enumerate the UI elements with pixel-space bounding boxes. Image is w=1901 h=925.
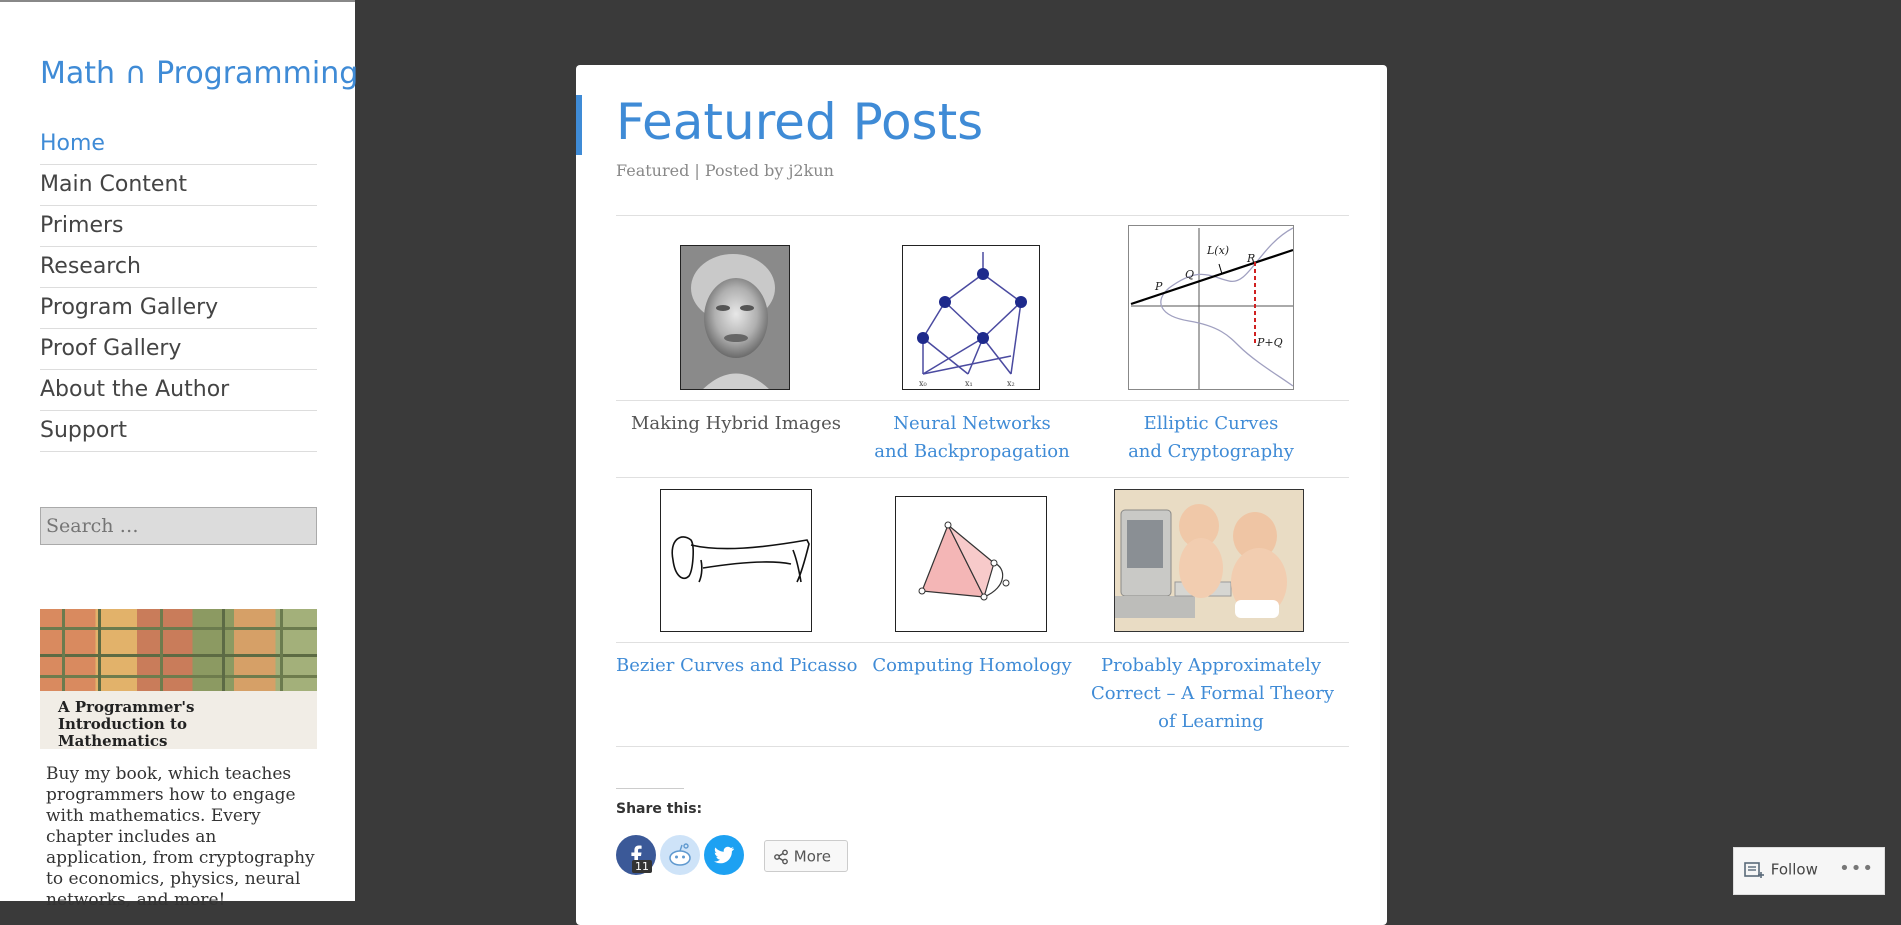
nav-item-program-gallery[interactable]: Program Gallery bbox=[40, 288, 317, 329]
nn-label-x0: x₀ bbox=[919, 379, 927, 388]
elliptic-curve-diagram: L(x) P Q R P+Q bbox=[1130, 227, 1293, 389]
divider bbox=[616, 642, 1349, 643]
search-input[interactable] bbox=[40, 507, 317, 545]
share-label: Share this: bbox=[616, 801, 703, 817]
share-divider bbox=[616, 788, 684, 789]
follow-bar: Follow ••• bbox=[1733, 847, 1885, 895]
neural-network-diagram: x₀ x₁ x₂ bbox=[917, 252, 1027, 388]
post-title-line: Making Hybrid Images bbox=[631, 413, 841, 434]
nav-item-research[interactable]: Research bbox=[40, 247, 317, 288]
more-options-button[interactable]: ••• bbox=[1839, 858, 1874, 879]
neural-network-thumbnail[interactable]: x₀ x₁ x₂ bbox=[902, 245, 1040, 390]
babies-at-computer-photo bbox=[1115, 490, 1303, 631]
title-accent-bar bbox=[576, 95, 582, 155]
post-title-line[interactable]: Correct – A Formal Theory bbox=[1091, 683, 1334, 704]
elliptic-label-lx: L(x) bbox=[1206, 244, 1229, 257]
featured-posts-card: Featured Posts Featured | Posted by j2ku… bbox=[576, 65, 1387, 925]
post-title-hybrid-images[interactable]: Making Hybrid Images bbox=[616, 410, 856, 438]
post-title-line[interactable]: and Cryptography bbox=[1128, 441, 1294, 462]
hybrid-image-thumbnail[interactable] bbox=[680, 245, 790, 390]
picasso-dog-drawing bbox=[671, 536, 810, 583]
post-title-line[interactable]: Probably Approximately bbox=[1101, 655, 1321, 676]
pac-learning-thumbnail[interactable] bbox=[1114, 489, 1304, 632]
twitter-icon bbox=[714, 846, 734, 864]
book-cover-image[interactable]: A Programmer's Introduction to Mathemati… bbox=[40, 609, 317, 749]
reddit-share-button[interactable] bbox=[660, 835, 700, 875]
book-cover-art bbox=[40, 609, 317, 691]
divider bbox=[616, 477, 1349, 478]
hybrid-face-illustration bbox=[681, 246, 789, 389]
post-title-line[interactable]: Computing Homology bbox=[872, 655, 1071, 676]
main-nav: Home Main Content Primers Research Progr… bbox=[40, 124, 317, 452]
divider bbox=[616, 400, 1349, 401]
post-title-line[interactable]: of Learning bbox=[1158, 711, 1264, 732]
twitter-share-button[interactable] bbox=[704, 835, 744, 875]
sidebar: Math ∩ Programming Home Main Content Pri… bbox=[0, 0, 358, 910]
simplicial-complex-diagram bbox=[918, 521, 1010, 601]
book-blurb: Buy my book, which teaches programmers h… bbox=[46, 764, 315, 910]
nn-label-x2: x₂ bbox=[1007, 379, 1015, 388]
elliptic-label-q: Q bbox=[1185, 268, 1194, 281]
divider bbox=[616, 746, 1349, 747]
nn-label-x1: x₁ bbox=[965, 379, 973, 388]
follow-reader-icon bbox=[1744, 861, 1764, 878]
follow-label: Follow bbox=[1770, 860, 1818, 879]
elliptic-label-pq: P+Q bbox=[1256, 336, 1283, 349]
facebook-share-count: 11 bbox=[632, 860, 652, 873]
reddit-icon bbox=[669, 843, 691, 866]
nav-item-proof-gallery[interactable]: Proof Gallery bbox=[40, 329, 317, 370]
book-title: A Programmer's Introduction to Mathemati… bbox=[58, 698, 195, 750]
post-link-neural-networks[interactable]: Neural Networks and Backpropagation bbox=[852, 410, 1092, 466]
post-link-pac-learning[interactable]: Probably Approximately Correct – A Forma… bbox=[1091, 652, 1334, 736]
elliptic-curve-thumbnail[interactable]: L(x) P Q R P+Q bbox=[1128, 225, 1294, 390]
post-title-line[interactable]: Neural Networks bbox=[893, 413, 1050, 434]
share-more-label: More bbox=[793, 847, 831, 866]
facebook-share-button[interactable]: 11 bbox=[616, 835, 656, 875]
post-link-elliptic-curves[interactable]: Elliptic Curves and Cryptography bbox=[1091, 410, 1331, 466]
follow-button[interactable]: Follow bbox=[1744, 860, 1818, 879]
post-title-line[interactable]: Elliptic Curves bbox=[1144, 413, 1279, 434]
page-title: Featured Posts bbox=[616, 93, 984, 151]
post-title-line[interactable]: Bezier Curves and Picasso bbox=[616, 655, 857, 676]
post-meta: Featured | Posted by j2kun bbox=[616, 161, 834, 180]
post-link-computing-homology[interactable]: Computing Homology bbox=[852, 652, 1092, 680]
nav-item-about-the-author[interactable]: About the Author bbox=[40, 370, 317, 411]
nav-item-support[interactable]: Support bbox=[40, 411, 317, 452]
nav-item-home[interactable]: Home bbox=[40, 124, 317, 165]
share-icon bbox=[774, 849, 788, 864]
post-title-line[interactable]: and Backpropagation bbox=[874, 441, 1069, 462]
bezier-picasso-thumbnail[interactable] bbox=[660, 489, 812, 632]
nav-item-primers[interactable]: Primers bbox=[40, 206, 317, 247]
divider bbox=[616, 215, 1349, 216]
elliptic-label-p: P bbox=[1154, 280, 1163, 293]
post-link-bezier-curves[interactable]: Bezier Curves and Picasso bbox=[616, 652, 857, 680]
site-title[interactable]: Math ∩ Programming bbox=[40, 56, 358, 91]
nav-item-main-content[interactable]: Main Content bbox=[40, 165, 317, 206]
computing-homology-thumbnail[interactable] bbox=[895, 496, 1047, 632]
elliptic-label-r: R bbox=[1246, 252, 1255, 265]
share-more-button[interactable]: More bbox=[764, 840, 848, 872]
